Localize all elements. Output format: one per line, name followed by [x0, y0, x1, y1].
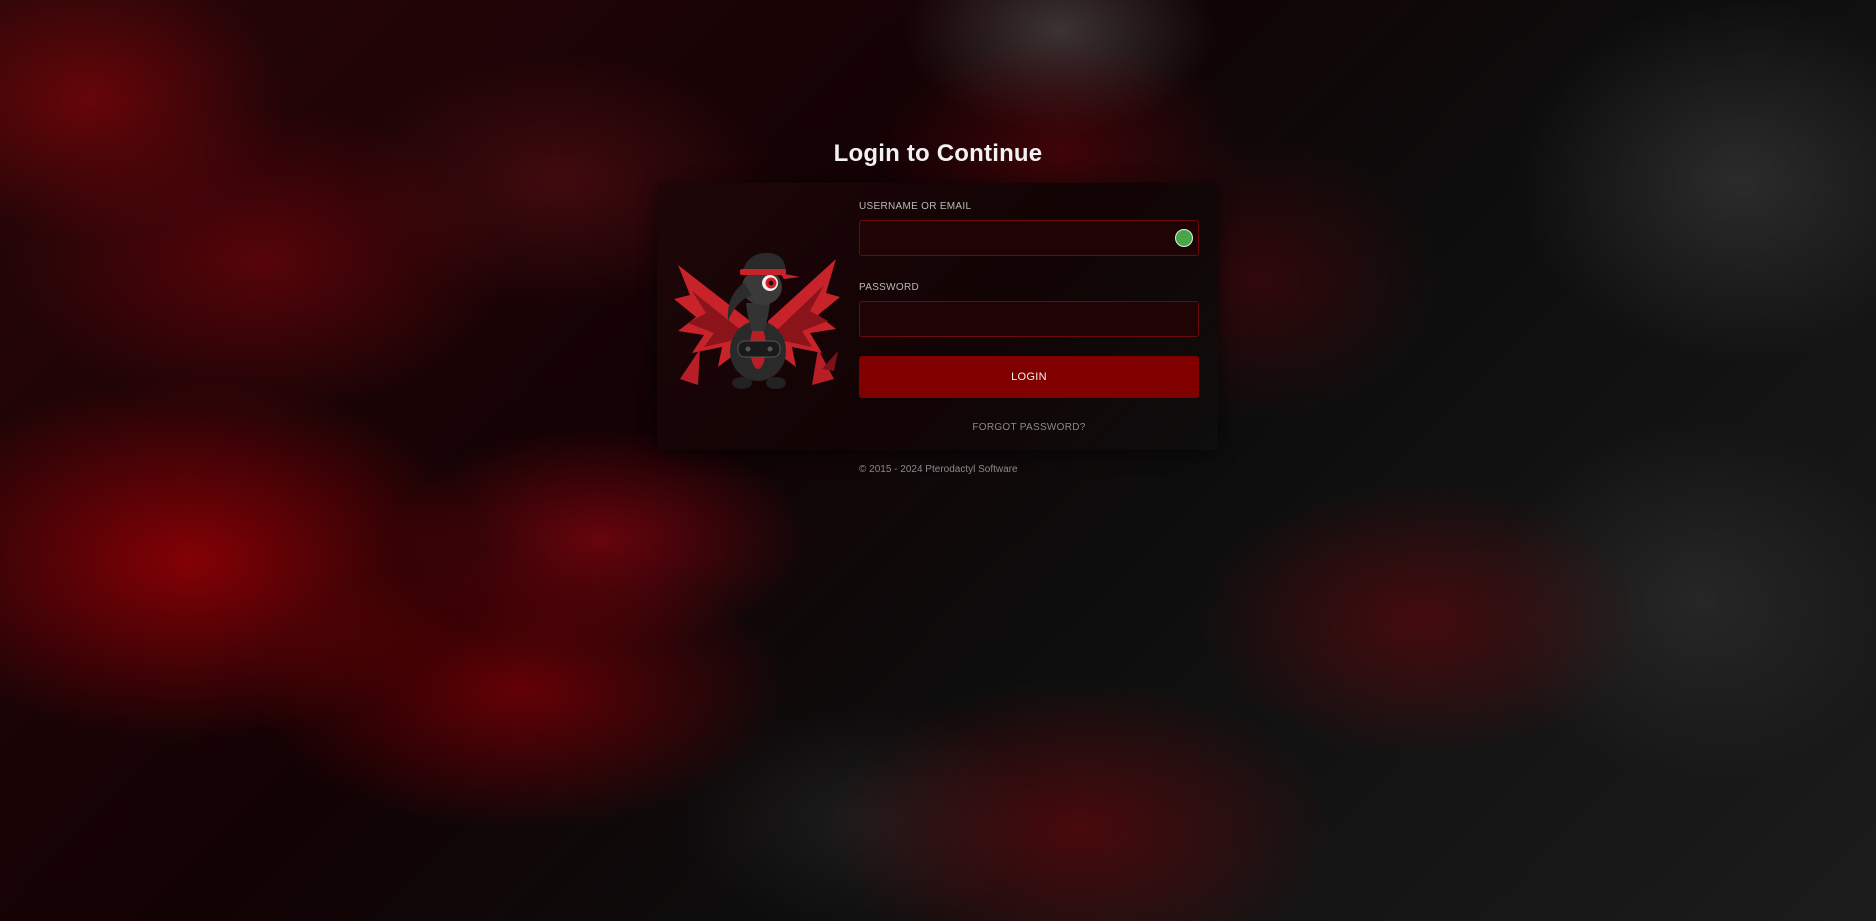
background: [0, 0, 1876, 921]
copyright-text: © 2015 - 2024 Pterodactyl Software: [859, 464, 1018, 475]
username-input[interactable]: [859, 220, 1199, 256]
password-label: PASSWORD: [859, 282, 919, 293]
login-card: USERNAME OR EMAIL PASSWORD LOGIN FORGOT …: [657, 183, 1218, 450]
forgot-password-link[interactable]: FORGOT PASSWORD?: [859, 422, 1199, 433]
login-form: USERNAME OR EMAIL PASSWORD LOGIN FORGOT …: [859, 201, 1199, 433]
username-label: USERNAME OR EMAIL: [859, 201, 972, 212]
username-field-wrapper: [859, 220, 1199, 256]
password-field-wrapper: [859, 301, 1199, 337]
password-manager-icon[interactable]: [1175, 229, 1193, 247]
password-input[interactable]: [859, 301, 1199, 337]
login-button[interactable]: LOGIN: [859, 356, 1199, 398]
mascot-logo: [674, 252, 840, 389]
page-title: Login to Continue: [833, 140, 1043, 167]
